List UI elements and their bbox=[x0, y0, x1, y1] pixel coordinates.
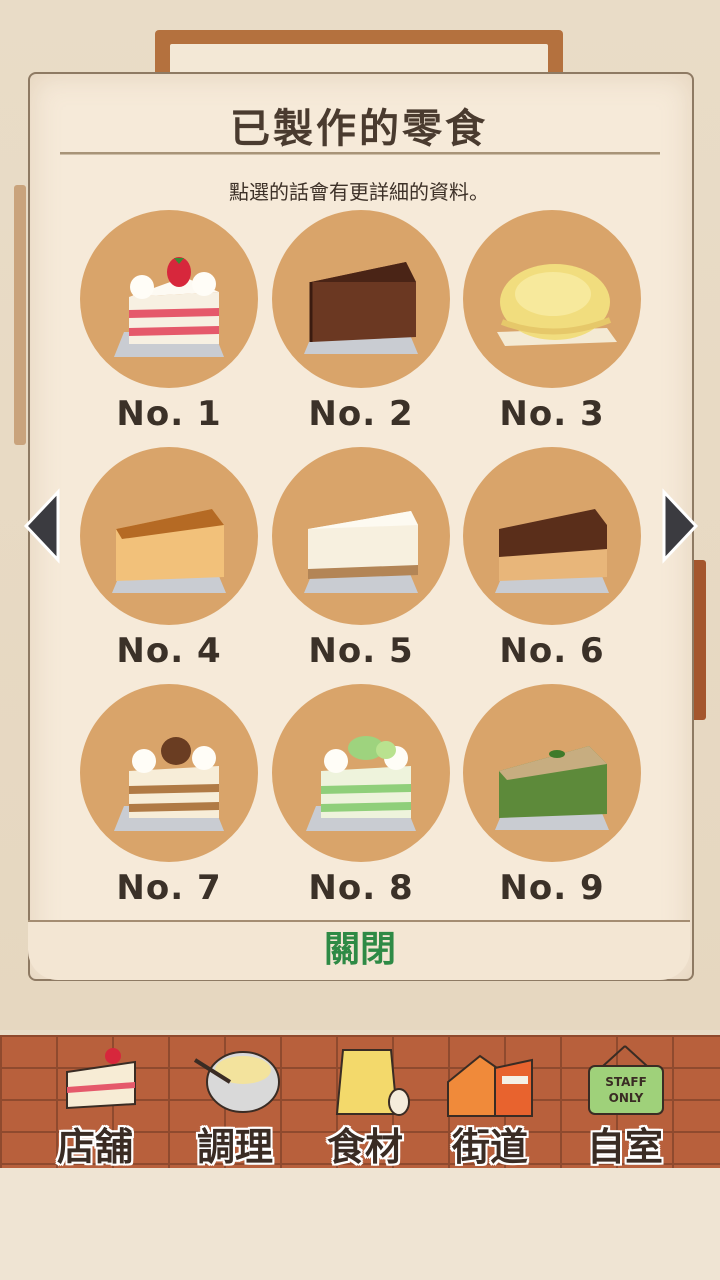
nav-street-label: 街道 bbox=[451, 1125, 528, 1169]
snack-label: No. 7 bbox=[116, 868, 222, 908]
snack-item-2[interactable]: No. 2 bbox=[272, 210, 452, 440]
snack-item-5[interactable]: No. 5 bbox=[272, 447, 452, 677]
street-houses-icon bbox=[447, 1054, 533, 1117]
snack-label: No. 6 bbox=[499, 631, 605, 671]
staff-only-sign-icon: STAFF ONLY bbox=[588, 1045, 664, 1115]
nav-shop[interactable]: 店舖 bbox=[30, 1040, 160, 1169]
dialog-subtitle: 點選的話會有更詳細的資料。 bbox=[229, 180, 489, 204]
snack-label: No. 8 bbox=[308, 868, 414, 908]
snack-item-3[interactable]: No. 3 bbox=[463, 210, 643, 440]
cream-puff-icon bbox=[497, 264, 617, 346]
nav-ingredients-label: 食材 bbox=[326, 1125, 403, 1169]
snack-item-6[interactable]: No. 6 bbox=[463, 447, 643, 677]
chestnut-shortcake-icon bbox=[114, 737, 224, 831]
bottom-empty-area bbox=[0, 1168, 720, 1280]
title-divider bbox=[60, 152, 660, 155]
snack-item-7[interactable]: No. 7 bbox=[80, 684, 260, 914]
nav-shop-label: 店舖 bbox=[56, 1125, 133, 1169]
melon-shortcake-icon bbox=[306, 736, 416, 831]
snack-label: No. 2 bbox=[308, 394, 414, 434]
nav-street[interactable]: 街道 bbox=[425, 1040, 555, 1169]
matcha-cake-icon bbox=[495, 746, 609, 830]
rare-cheesecake-icon bbox=[304, 511, 418, 593]
snack-item-1[interactable]: No. 1 bbox=[80, 210, 260, 440]
snack-label: No. 9 bbox=[499, 868, 605, 908]
snack-item-8[interactable]: No. 8 bbox=[272, 684, 452, 914]
snack-item-9[interactable]: No. 9 bbox=[463, 684, 643, 914]
snack-label: No. 4 bbox=[116, 631, 222, 671]
nav-ingredients[interactable]: 食材 bbox=[300, 1040, 430, 1169]
snack-label: No. 5 bbox=[308, 631, 414, 671]
flour-bag-icon bbox=[335, 1049, 410, 1116]
snack-label: No. 3 bbox=[499, 394, 605, 434]
strawberry-shortcake-icon bbox=[114, 257, 224, 357]
dialog-title: 已製作的零食 bbox=[230, 106, 488, 152]
baked-cheesecake-icon bbox=[112, 509, 226, 593]
close-button[interactable]: 關閉 bbox=[300, 924, 420, 976]
snack-label: No. 1 bbox=[116, 394, 222, 434]
cake-slice-icon bbox=[66, 1048, 136, 1110]
mixing-bowl-icon bbox=[193, 1051, 280, 1113]
staff-sign-text-line-1: STAFF bbox=[605, 1075, 647, 1089]
chocolate-cake-icon bbox=[304, 262, 418, 354]
nav-private-room-label: 自室 bbox=[586, 1125, 663, 1169]
chocolate-cheesecake-icon bbox=[495, 509, 609, 593]
nav-cook[interactable]: 調理 bbox=[170, 1040, 300, 1169]
previous-page-arrow-icon[interactable] bbox=[22, 488, 62, 564]
background-shelf-left bbox=[14, 185, 26, 445]
staff-sign-text-line-2: ONLY bbox=[609, 1091, 644, 1105]
nav-private-room[interactable]: STAFF ONLY 自室 bbox=[560, 1040, 690, 1169]
next-page-arrow-icon[interactable] bbox=[660, 488, 700, 564]
nav-cook-label: 調理 bbox=[196, 1125, 273, 1169]
snack-item-4[interactable]: No. 4 bbox=[80, 447, 260, 677]
